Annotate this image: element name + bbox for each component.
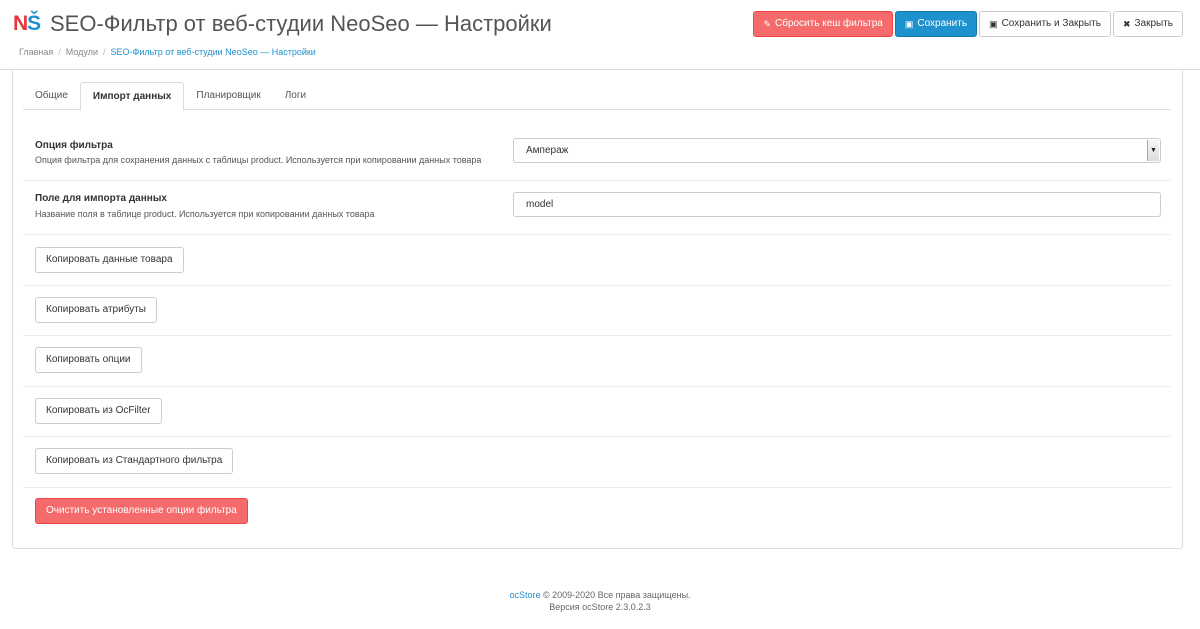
- save-and-close-button[interactable]: ▣ Сохранить и Закрыть: [979, 11, 1111, 37]
- tab-general[interactable]: Общие: [23, 82, 80, 110]
- page-header: NŠ SEO-Фильтр от веб-студии NeoSeo — Нас…: [0, 0, 1200, 70]
- copy-attributes-row: Копировать атрибуты: [23, 286, 1171, 336]
- tab-import[interactable]: Импорт данных: [79, 82, 185, 111]
- breadcrumb-current[interactable]: SEO-Фильтр от веб-студии NeoSeo — Настро…: [111, 47, 316, 57]
- copy-options-button[interactable]: Копировать опции: [35, 347, 142, 373]
- floppy-icon: ▣: [989, 19, 998, 29]
- copy-ocfilter-button[interactable]: Копировать из OcFilter: [35, 398, 162, 424]
- copy-attributes-button[interactable]: Копировать атрибуты: [35, 297, 157, 323]
- filter-option-help: Опция фильтра для сохранения данных с та…: [35, 155, 482, 165]
- copy-standard-button[interactable]: Копировать из Стандартного фильтра: [35, 448, 234, 474]
- copy-ocfilter-row: Копировать из OcFilter: [23, 387, 1171, 437]
- filter-option-select[interactable]: Ампераж ▼: [513, 138, 1161, 163]
- eraser-icon: ✎: [763, 19, 771, 29]
- import-field-input[interactable]: [513, 192, 1161, 217]
- header-buttons: ✎ Сбросить кеш фильтра ▣ Сохранить ▣ Сох…: [753, 11, 1183, 37]
- breadcrumb: Главная / Модули / SEO-Фильтр от веб-сту…: [19, 47, 316, 57]
- import-field-row: Поле для импорта данных Название поля в …: [23, 181, 1171, 235]
- page-title: SEO-Фильтр от веб-студии NeoSeo — Настро…: [50, 11, 552, 36]
- filter-option-row: Опция фильтра Опция фильтра для сохранен…: [23, 128, 1171, 181]
- breadcrumb-home[interactable]: Главная: [19, 47, 53, 57]
- footer-copyright-line: ocStore © 2009-2020 Все права защищены.: [509, 590, 691, 600]
- copy-product-button[interactable]: Копировать данные товара: [35, 247, 184, 273]
- close-icon: ✖: [1122, 19, 1131, 29]
- breadcrumb-separator: /: [103, 47, 106, 57]
- import-field-label: Поле для импорта данных: [35, 193, 167, 204]
- ocstore-link[interactable]: ocStore: [509, 590, 540, 600]
- footer: ocStore © 2009-2020 Все права защищены. …: [0, 589, 1200, 613]
- tab-bar: Общие Импорт данных Планировщик Логи: [23, 82, 1171, 111]
- breadcrumb-separator: /: [58, 47, 61, 57]
- neoseo-logo: NŠ: [13, 12, 41, 35]
- reset-cache-button[interactable]: ✎ Сбросить кеш фильтра: [753, 11, 893, 37]
- copy-product-row: Копировать данные товара: [23, 235, 1171, 286]
- tab-logs[interactable]: Логи: [273, 82, 318, 110]
- footer-version: Версия ocStore 2.3.0.2.3: [549, 602, 651, 612]
- close-button[interactable]: ✖ Закрыть: [1112, 11, 1183, 37]
- settings-panel: Общие Импорт данных Планировщик Логи Опц…: [12, 70, 1183, 549]
- copy-standard-row: Копировать из Стандартного фильтра: [23, 437, 1171, 488]
- import-field-help: Название поля в таблице product. Использ…: [35, 209, 375, 219]
- breadcrumb-modules[interactable]: Модули: [66, 47, 98, 57]
- save-button[interactable]: ▣ Сохранить: [894, 11, 978, 37]
- chevron-down-icon[interactable]: ▼: [1147, 140, 1159, 161]
- clear-options-button[interactable]: Очистить установленные опции фильтра: [35, 498, 248, 524]
- filter-option-label: Опция фильтра: [35, 140, 113, 151]
- floppy-icon: ▣: [904, 19, 914, 29]
- tab-scheduler[interactable]: Планировщик: [184, 82, 272, 110]
- clear-options-row: Очистить установленные опции фильтра: [23, 488, 1171, 538]
- copy-options-row: Копировать опции: [23, 336, 1171, 387]
